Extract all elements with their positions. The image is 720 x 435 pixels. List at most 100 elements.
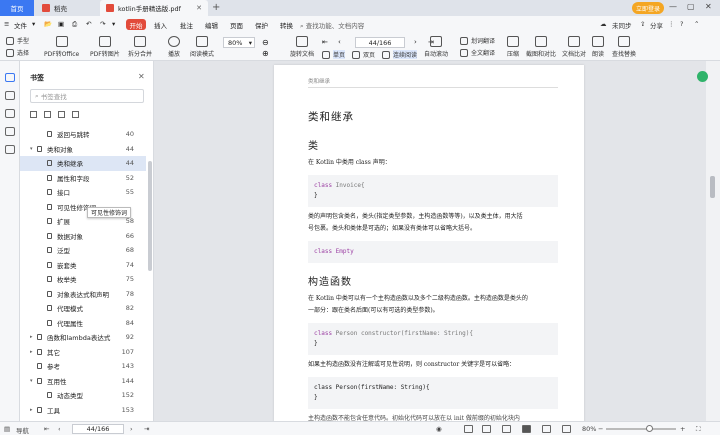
next-page-icon[interactable]: ›: [414, 38, 417, 46]
attachment-panel-icon[interactable]: [5, 127, 15, 136]
bookmark-item[interactable]: 类和继承 44: [20, 156, 146, 171]
navigation-icon[interactable]: ▤: [4, 425, 10, 433]
zoom-out-icon[interactable]: ⊖: [262, 38, 269, 47]
chevron-right-icon[interactable]: ▸: [30, 349, 36, 355]
bookmark-item[interactable]: 嵌套类 74: [20, 258, 146, 273]
continuous-read-button[interactable]: 连续阅读: [382, 50, 418, 59]
chevron-right-icon[interactable]: ▸: [30, 407, 36, 413]
full-translate-button[interactable]: 全文翻译: [460, 48, 495, 57]
bookmark-item[interactable]: 动态类型 152: [20, 388, 146, 403]
search-panel-icon[interactable]: [5, 145, 15, 154]
bookmark-item[interactable]: ▾ 类和对象 44: [20, 142, 146, 157]
rotate-button[interactable]: 旋转文档: [290, 36, 314, 58]
bookmark-scrollbar[interactable]: [148, 161, 152, 271]
document-compare-button[interactable]: 文档比对: [562, 36, 586, 58]
bookmark-item[interactable]: 枚举类 75: [20, 272, 146, 287]
find-replace-button[interactable]: 查找替换: [612, 36, 636, 58]
comment-panel-icon[interactable]: [5, 109, 15, 118]
menu-start[interactable]: 开始: [126, 19, 146, 30]
chevron-down-icon[interactable]: ▾: [30, 146, 36, 152]
bookmark-item[interactable]: ▸ 工具 153: [20, 403, 146, 418]
fullscreen-icon[interactable]: ⛶: [696, 425, 701, 434]
share-button[interactable]: 分享: [650, 20, 663, 30]
navigation-toggle[interactable]: 导航: [16, 425, 29, 435]
next-page-icon[interactable]: ›: [130, 425, 133, 433]
bookmark-item[interactable]: 接口 55: [20, 185, 146, 200]
menu-insert[interactable]: 插入: [154, 20, 167, 30]
last-page-icon[interactable]: ⇥: [144, 425, 149, 433]
double-page-button[interactable]: 双页: [352, 50, 375, 59]
page-input[interactable]: 44/166: [355, 37, 405, 48]
close-tab-icon[interactable]: ✕: [196, 4, 202, 12]
share-icon[interactable]: ⇪: [640, 20, 645, 28]
bookmark-item[interactable]: 泛型 68: [20, 243, 146, 258]
collapse-ribbon-icon[interactable]: ⌃: [694, 20, 699, 28]
first-page-icon[interactable]: ⇤: [322, 38, 328, 46]
login-button[interactable]: 立即登录: [632, 2, 664, 14]
play-mode-icon[interactable]: [522, 425, 531, 433]
scrollbar-thumb[interactable]: [710, 176, 715, 198]
cloud-sync-icon[interactable]: ☁: [600, 20, 607, 28]
bookmark-item[interactable]: 返回与跳转 40: [20, 127, 146, 142]
document-scrollbar[interactable]: [706, 61, 720, 421]
bookmark-item[interactable]: 代理模式 82: [20, 301, 146, 316]
redo-icon[interactable]: ↷: [100, 20, 105, 28]
function-search[interactable]: ⌕ 查找功能、文档内容: [300, 20, 364, 31]
bookmark-item[interactable]: ▾ 互用性 144: [20, 374, 146, 389]
bookmark-search-input[interactable]: ⌕ 书签查找: [30, 89, 144, 103]
new-tab-icon[interactable]: +: [212, 2, 220, 13]
select-tool-button[interactable]: 选择: [6, 48, 29, 57]
menu-icon[interactable]: ≡: [4, 20, 9, 28]
zoom-out-icon[interactable]: −: [598, 425, 603, 433]
tab-docer[interactable]: 稻壳: [36, 0, 98, 16]
hand-tool-button[interactable]: 手型: [6, 36, 29, 45]
zoom-slider-knob[interactable]: [646, 425, 653, 432]
close-icon[interactable]: ✕: [138, 72, 145, 81]
read-mode-button[interactable]: 阅读模式: [190, 36, 214, 58]
minimize-icon[interactable]: —: [669, 2, 677, 11]
chevron-down-icon[interactable]: ▾: [32, 20, 35, 28]
chevron-down-icon[interactable]: ▾: [30, 378, 36, 384]
save-icon[interactable]: ▣: [58, 20, 64, 28]
double-page-view-icon[interactable]: [482, 425, 491, 433]
open-icon[interactable]: 📂: [44, 20, 52, 28]
auto-scroll-button[interactable]: 自动滚动: [424, 36, 448, 58]
bookmark-item[interactable]: ▸ 函数和lambda表达式 92: [20, 330, 146, 345]
cloud-sync-status[interactable]: 未同步: [612, 20, 632, 30]
menu-convert[interactable]: 转换: [280, 20, 293, 30]
bookmark-item[interactable]: 对象表达式和声明 78: [20, 287, 146, 302]
document-viewport[interactable]: 类和继承 类和继承 类 在 Kotlin 中类用 class 声明： class…: [154, 61, 706, 421]
pdf-to-office-button[interactable]: PDF转Office: [44, 36, 79, 58]
single-page-view-icon[interactable]: [464, 425, 473, 433]
screenshot-compare-button[interactable]: 截图和对比: [526, 36, 556, 58]
menu-comment[interactable]: 批注: [180, 20, 193, 30]
single-page-button[interactable]: 单页: [322, 50, 346, 59]
prev-page-icon[interactable]: ‹: [58, 425, 61, 433]
assistant-icon[interactable]: [697, 71, 708, 82]
prev-page-icon[interactable]: ‹: [338, 38, 341, 46]
fit-width-icon[interactable]: [542, 425, 551, 433]
more-icon[interactable]: ▾: [112, 20, 115, 28]
help-icon[interactable]: ?: [680, 20, 683, 28]
split-merge-button[interactable]: 拆分合并: [128, 36, 152, 58]
continuous-view-icon[interactable]: [502, 425, 511, 433]
close-window-icon[interactable]: ✕: [705, 2, 712, 11]
zoom-in-icon[interactable]: +: [680, 425, 685, 433]
pdf-to-image-button[interactable]: PDF转图片: [90, 36, 120, 58]
chevron-right-icon[interactable]: ▸: [30, 334, 36, 340]
more-menu-icon[interactable]: ⋮: [668, 20, 675, 28]
play-button[interactable]: 播放: [168, 36, 180, 58]
bookmark-panel-icon[interactable]: [5, 73, 15, 82]
read-aloud-button[interactable]: 朗读: [592, 36, 604, 58]
maximize-icon[interactable]: ▢: [687, 2, 695, 11]
bookmark-item[interactable]: 代理属性 84: [20, 316, 146, 331]
tab-home[interactable]: 首页: [0, 0, 34, 16]
zoom-level[interactable]: 80%: [582, 425, 596, 433]
collapse-all-icon[interactable]: [72, 111, 79, 118]
menu-protect[interactable]: 保护: [255, 20, 268, 30]
bookmark-item[interactable]: 参考 143: [20, 359, 146, 374]
first-page-icon[interactable]: ⇤: [44, 425, 49, 433]
compress-button[interactable]: 压缩: [507, 36, 519, 58]
zoom-select[interactable]: 80% ▾: [223, 37, 255, 48]
menu-file[interactable]: 文件: [14, 20, 27, 30]
